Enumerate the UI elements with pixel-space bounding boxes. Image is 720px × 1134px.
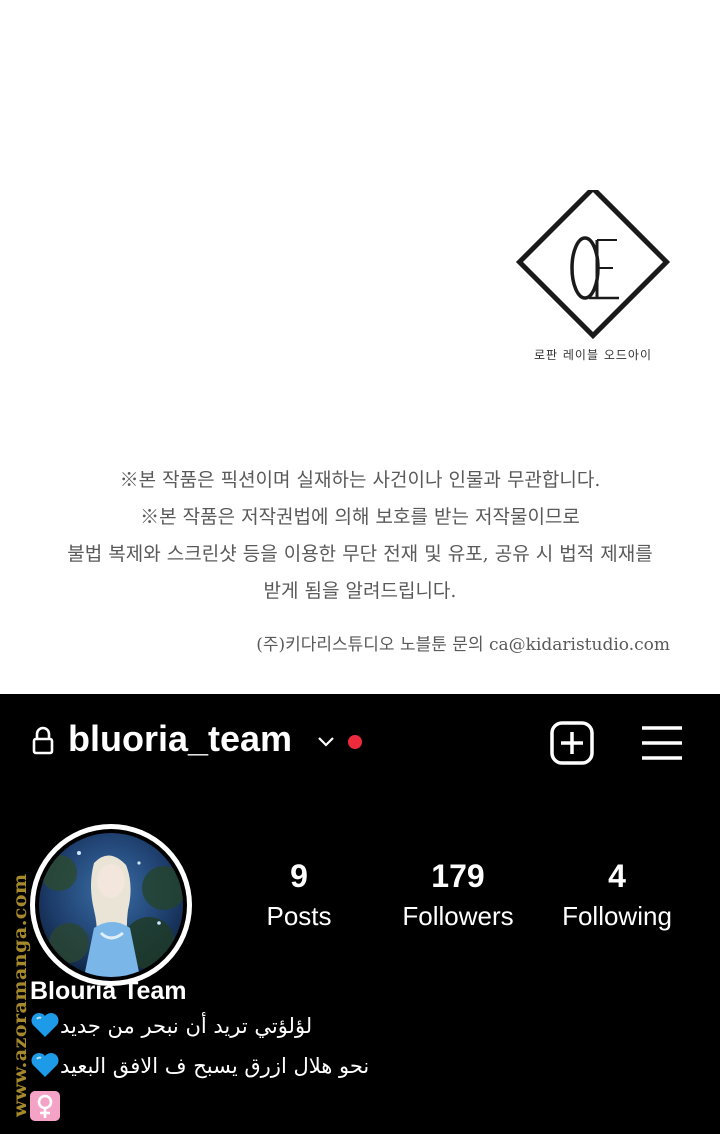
posts-count: 9 (290, 858, 308, 894)
notice-line: 받게 됨을 알려드립니다. (263, 580, 457, 602)
following-stat[interactable]: 4 Following (537, 856, 697, 936)
bio-line: لؤلؤتي تريد أن نبحر من جديد (30, 1012, 312, 1038)
watermark: www.azoramanga.com (9, 873, 31, 1117)
bio-line: نحو هلال ازرق يسبح ف الافق البعيد (30, 1052, 369, 1078)
followers-stat[interactable]: 179 Followers (378, 856, 538, 936)
add-post-button[interactable] (549, 720, 595, 766)
female-sign-icon (30, 1091, 60, 1121)
screenshot: 로판 레이블 오드아이 ※본 작품은 픽션이며 실재하는 사건이나 인물과 무관… (0, 0, 720, 1134)
blue-heart-icon (31, 1053, 59, 1077)
copyright-panel: 로판 레이블 오드아이 ※본 작품은 픽션이며 실재하는 사건이나 인물과 무관… (0, 0, 720, 694)
followers-label: Followers (402, 901, 514, 931)
avatar[interactable] (35, 829, 187, 981)
display-name: Blouria Team (30, 977, 187, 1005)
followers-count: 179 (431, 858, 485, 894)
posts-label: Posts (266, 901, 332, 931)
odd-eye-logo (515, 190, 671, 340)
notice-line: 불법 복제와 스크린샷 등을 이용한 무단 전재 및 유포, 공유 시 법적 제… (67, 543, 653, 565)
notice-line: ※본 작품은 저작권법에 의해 보호를 받는 저작물이므로 (140, 506, 580, 528)
avatar-image (39, 833, 183, 977)
contact-line: (주)키다리스튜디오 노블툰 문의 ca@kidaristudio.com (256, 635, 670, 655)
copyright-notice: ※본 작품은 픽션이며 실재하는 사건이나 인물과 무관합니다. ※본 작품은 … (0, 462, 720, 610)
notification-dot (348, 735, 362, 749)
logo-caption: 로판 레이블 오드아이 (534, 348, 652, 362)
chevron-down-icon[interactable] (316, 735, 336, 749)
blue-heart-icon (31, 1013, 59, 1037)
following-label: Following (562, 901, 672, 931)
bio-text: لؤلؤتي تريد أن نبحر من جديد (60, 1014, 313, 1038)
instagram-profile: bluoria_team 9 Posts 179 Followers 4 Fol… (0, 694, 720, 1134)
posts-stat[interactable]: 9 Posts (219, 856, 379, 936)
username[interactable]: bluoria_team (68, 718, 292, 760)
hamburger-menu-button[interactable] (640, 724, 684, 762)
notice-line: ※본 작품은 픽션이며 실재하는 사건이나 인물과 무관합니다. (119, 469, 601, 491)
lock-icon (32, 726, 54, 755)
following-count: 4 (608, 858, 626, 894)
bio-text: نحو هلال ازرق يسبح ف الافق البعيد (60, 1054, 370, 1078)
